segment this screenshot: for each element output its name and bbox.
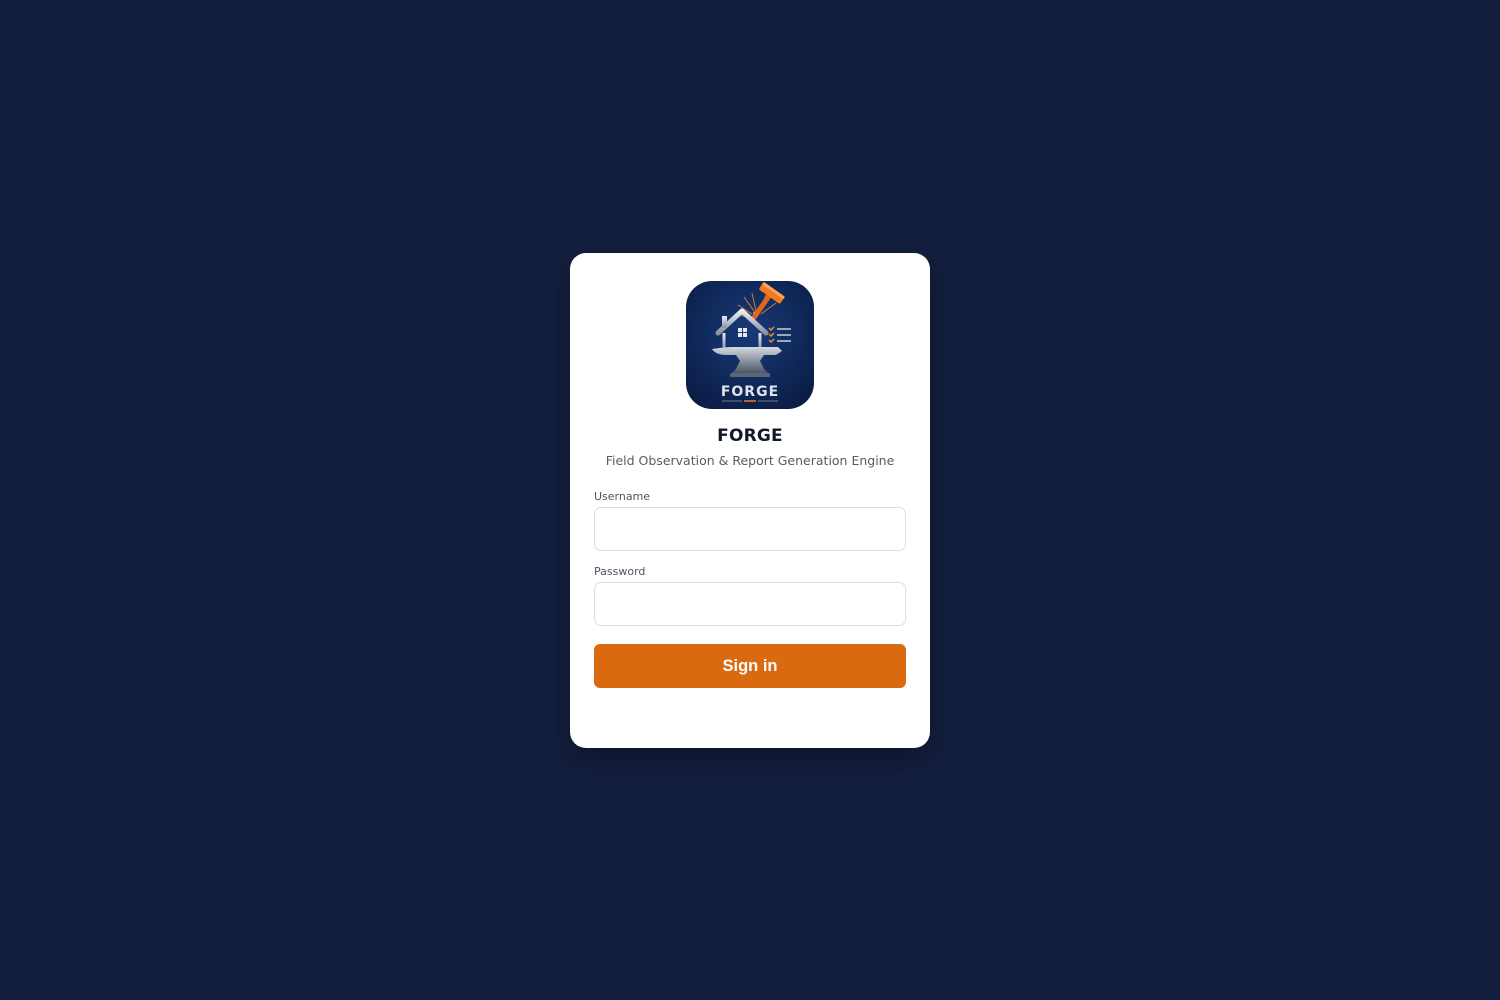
app-title: FORGE [717, 426, 783, 446]
logo-wordmark: FORGE [721, 384, 779, 400]
username-label: Username [594, 490, 651, 503]
app-subtitle: Field Observation & Report Generation En… [605, 453, 895, 468]
forge-logo-icon: FORGE [686, 281, 814, 409]
login-card: FORGE FORGE Field Observation & Report G… [570, 253, 930, 748]
username-input[interactable] [594, 507, 906, 551]
password-input[interactable] [594, 582, 906, 626]
app-logo: FORGE [686, 281, 814, 409]
username-field-group: Username [594, 490, 906, 551]
password-field-group: Password [594, 565, 906, 626]
password-label: Password [594, 565, 646, 578]
sign-in-button[interactable]: Sign in [594, 644, 906, 688]
